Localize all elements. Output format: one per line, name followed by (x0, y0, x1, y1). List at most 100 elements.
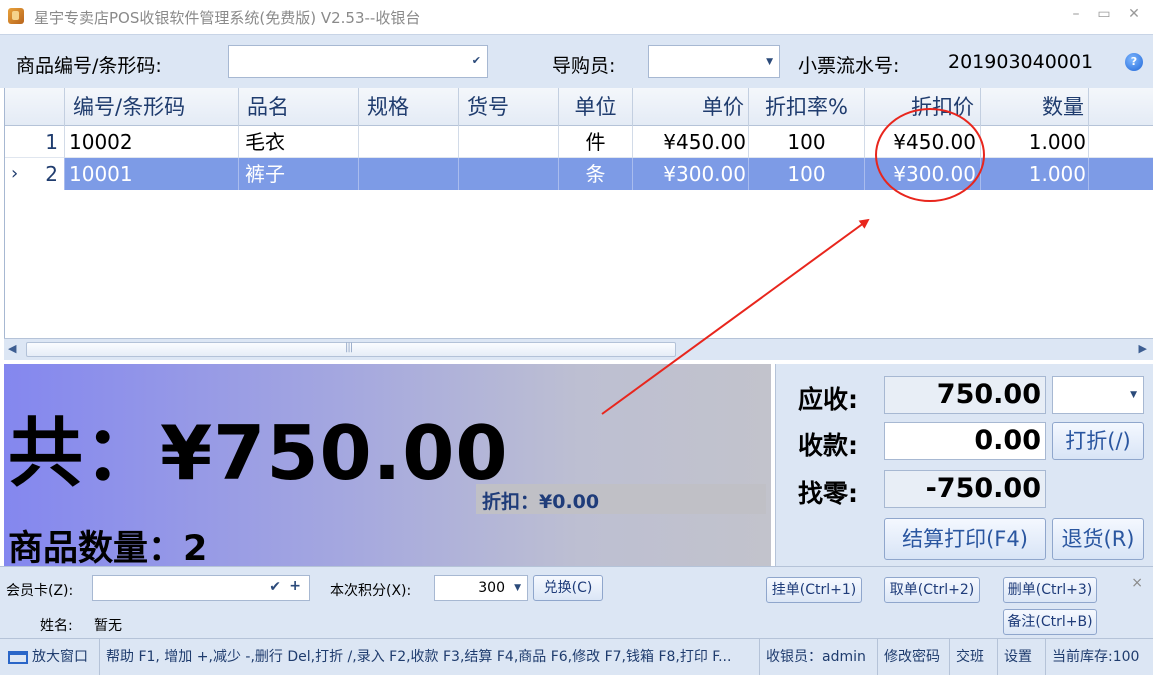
shortcut-help: 帮助 F1, 增加 +,减少 -,删行 Del,打折 /,录入 F2,收款 F3… (100, 639, 760, 675)
chevron-down-icon[interactable]: ▼ (1130, 377, 1137, 413)
payment-panel: 应收: 750.00 ▼ 收款: 0.00 打折(/) 找零: -750.00 … (775, 364, 1153, 566)
receivable-label: 应收: (798, 385, 858, 414)
col-discount-rate[interactable]: 折扣率% (749, 88, 865, 126)
barcode-label: 商品编号/条形码: (16, 55, 162, 77)
received-input[interactable]: 0.00 (884, 422, 1046, 460)
change-password-link[interactable]: 修改密码 (878, 639, 950, 675)
chevron-down-icon[interactable]: ✔ (472, 54, 481, 67)
points-select[interactable]: 300 ▼ (434, 575, 528, 601)
cell-unit[interactable]: 条 (559, 158, 633, 190)
row-index: 2 (45, 162, 58, 186)
col-discount-price[interactable]: 折扣价 (865, 88, 981, 126)
ticket-number: 201903040001 (948, 51, 1094, 73)
col-name[interactable]: 品名 (239, 88, 359, 126)
note-button[interactable]: 备注(Ctrl+B) (1003, 609, 1097, 635)
member-name-label: 姓名: (40, 618, 73, 634)
col-quantity[interactable]: 数量 (981, 88, 1089, 126)
items-grid: 编号/条形码 品名 规格 货号 单位 单价 折扣率% 折扣价 数量 1 1000… (4, 88, 1153, 338)
total-amount: 共：¥750.00 (8, 409, 509, 497)
row-header-corner (5, 88, 65, 126)
col-price[interactable]: 单价 (633, 88, 749, 126)
col-spec[interactable]: 规格 (359, 88, 459, 126)
close-button[interactable]: ✕ (1123, 6, 1145, 22)
points-value: 300 (478, 580, 505, 596)
received-label: 收款: (798, 431, 858, 460)
cell-unit[interactable]: 件 (559, 126, 633, 158)
guide-combobox[interactable]: ▼ (648, 45, 780, 78)
guide-label: 导购员: (552, 55, 616, 77)
enlarge-window-button[interactable]: 放大窗口 (0, 639, 100, 675)
cell-code[interactable]: 10001 (65, 158, 239, 190)
col-code[interactable]: 编号/条形码 (65, 88, 239, 126)
window-icon (8, 650, 28, 664)
delete-order-button[interactable]: 删单(Ctrl+3) (1003, 577, 1097, 603)
discount-amount: 折扣：¥0.00 (482, 491, 600, 513)
cell-name[interactable]: 毛衣 (239, 126, 359, 158)
cell-spec[interactable] (359, 158, 459, 190)
receivable-field: 750.00 (884, 376, 1046, 414)
cashier-info: 收银员：admin (760, 639, 878, 675)
cell-item-no[interactable] (459, 126, 559, 158)
scroll-right-icon[interactable]: ▶ (1139, 342, 1147, 355)
settings-link[interactable]: 设置 (998, 639, 1046, 675)
cell-spec[interactable] (359, 126, 459, 158)
redeem-button[interactable]: 兑换(C) (533, 575, 603, 601)
cell-discount-rate[interactable]: 100 (749, 126, 865, 158)
col-item-no[interactable]: 货号 (459, 88, 559, 126)
member-name-value: 暂无 (94, 618, 122, 634)
cell-discount-price[interactable]: ¥300.00 (865, 158, 981, 190)
scrollbar-thumb[interactable] (26, 342, 676, 357)
ticket-label: 小票流水号: (798, 55, 900, 77)
status-bar: 放大窗口 帮助 F1, 增加 +,减少 -,删行 Del,打折 /,录入 F2,… (0, 638, 1153, 675)
item-count: 商品数量：2 (8, 529, 208, 569)
member-card-input[interactable]: ✔ + (92, 575, 310, 601)
cell-quantity[interactable]: 1.000 (981, 126, 1089, 158)
total-display: 共：¥750.00 折扣：¥0.00 商品数量：2 (4, 364, 771, 569)
change-label: 找零: (798, 479, 858, 508)
stock-info: 当前库存:100 (1052, 649, 1140, 665)
cell-discount-price[interactable]: ¥450.00 (865, 126, 981, 158)
cell-name[interactable]: 裤子 (239, 158, 359, 190)
change-field: -750.00 (884, 470, 1046, 508)
discount-button[interactable]: 打折(/) (1052, 422, 1144, 460)
grid-header: 编号/条形码 品名 规格 货号 单位 单价 折扣率% 折扣价 数量 (5, 88, 1153, 126)
app-icon (8, 8, 24, 24)
add-member-icon[interactable]: + (289, 578, 301, 594)
col-unit[interactable]: 单位 (559, 88, 633, 126)
title-bar: 星宇专卖店POS收银软件管理系统(免费版) V2.53--收银台 – ▭ ✕ (0, 0, 1153, 34)
cell-quantity[interactable]: 1.000 (981, 158, 1089, 190)
cell-price[interactable]: ¥450.00 (633, 126, 749, 158)
maximize-button[interactable]: ▭ (1093, 6, 1115, 22)
retrieve-order-button[interactable]: 取单(Ctrl+2) (884, 577, 980, 603)
window-title: 星宇专卖店POS收银软件管理系统(免费版) V2.53--收银台 (34, 9, 421, 27)
barcode-combobox[interactable]: ✔ (228, 45, 488, 78)
chevron-down-icon[interactable]: ✔ (269, 579, 281, 595)
help-icon[interactable]: ? (1125, 53, 1143, 71)
cell-discount-rate[interactable]: 100 (749, 158, 865, 190)
table-row[interactable]: 1 10002 毛衣 件 ¥450.00 100 ¥450.00 1.000 (5, 126, 1153, 158)
minimize-button[interactable]: – (1065, 6, 1087, 22)
enlarge-label: 放大窗口 (32, 649, 88, 665)
points-label: 本次积分(X): (330, 583, 412, 599)
payment-method-select[interactable]: ▼ (1052, 376, 1144, 414)
search-header: 商品编号/条形码: ✔ 导购员: ▼ 小票流水号: 201903040001 ? (0, 34, 1153, 88)
settle-print-button[interactable]: 结算打印(F4) (884, 518, 1046, 560)
cell-code[interactable]: 10002 (65, 126, 239, 158)
cell-item-no[interactable] (459, 158, 559, 190)
cell-price[interactable]: ¥300.00 (633, 158, 749, 190)
scroll-left-icon[interactable]: ◀ (8, 342, 16, 355)
table-row-selected[interactable]: › 2 10001 裤子 条 ¥300.00 100 ¥300.00 1.000 (5, 158, 1153, 190)
chevron-down-icon[interactable]: ▼ (514, 576, 521, 600)
close-icon[interactable]: × (1131, 575, 1143, 591)
row-header: › 2 (5, 158, 65, 190)
chevron-down-icon[interactable]: ▼ (766, 57, 773, 67)
row-pointer-icon: › (11, 163, 19, 184)
shift-handover-link[interactable]: 交班 (950, 639, 998, 675)
return-button[interactable]: 退货(R) (1052, 518, 1144, 560)
member-card-label: 会员卡(Z): (6, 583, 74, 599)
row-index: 1 (5, 126, 65, 158)
horizontal-scrollbar[interactable]: ◀ ▶ (4, 338, 1153, 360)
hold-order-button[interactable]: 挂单(Ctrl+1) (766, 577, 862, 603)
discount-box: 折扣：¥0.00 (476, 484, 766, 514)
member-area: 会员卡(Z): ✔ + 本次积分(X): 300 ▼ 兑换(C) 姓名: 暂无 … (0, 566, 1153, 638)
